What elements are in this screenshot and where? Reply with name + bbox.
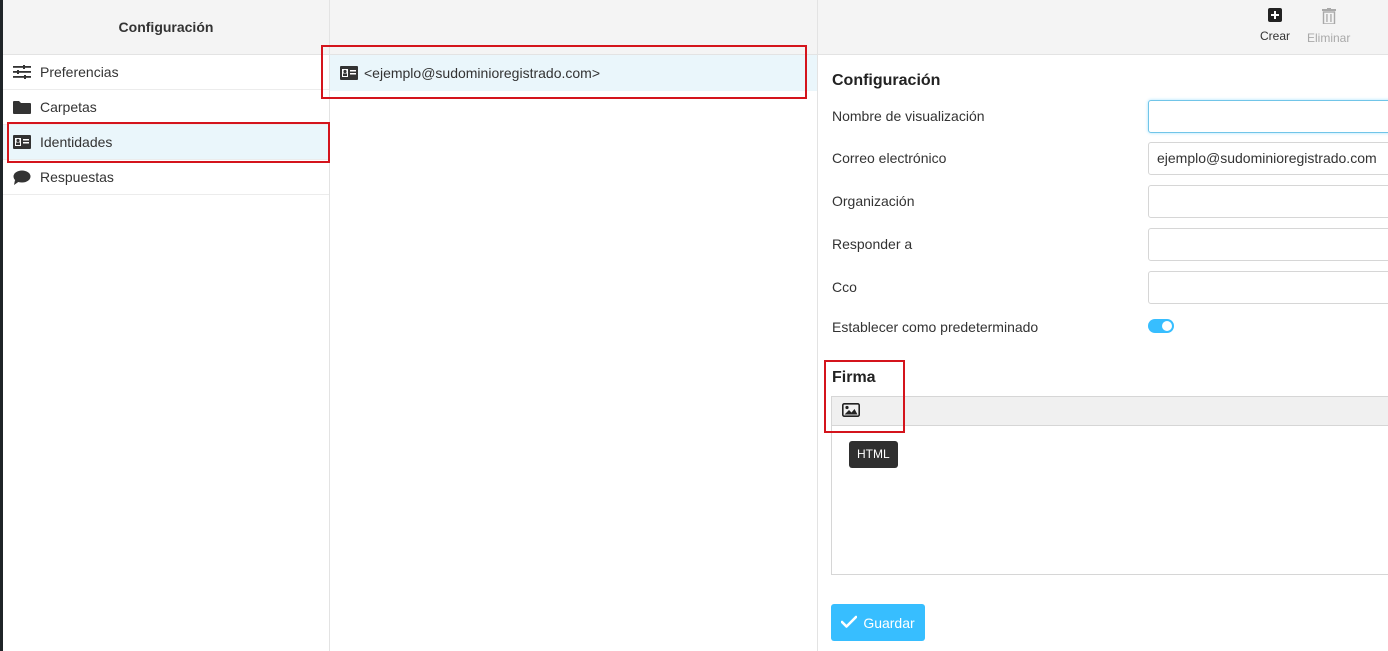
reply-to-row: Responder a — [832, 227, 1388, 261]
save-label: Guardar — [863, 614, 915, 631]
default-toggle[interactable] — [1148, 319, 1174, 333]
identities-header — [330, 0, 817, 55]
email-label: Correo electrónico — [832, 150, 947, 166]
organization-row: Organización — [832, 184, 1388, 218]
image-icon — [842, 402, 860, 420]
id-card-icon — [13, 134, 31, 150]
html-tooltip: HTML — [849, 441, 898, 468]
sidebar-item-identidades[interactable]: Identidades — [3, 125, 329, 160]
delete-label: Eliminar — [1307, 31, 1351, 45]
identity-label: <ejemplo@sudominioregistrado.com> — [364, 65, 600, 81]
sidebar-item-preferencias[interactable]: Preferencias — [3, 55, 329, 90]
email-row: Correo electrónico — [832, 141, 1388, 175]
sliders-icon — [13, 64, 31, 80]
default-row: Establecer como predeterminado — [832, 310, 1388, 344]
id-card-icon — [340, 66, 358, 80]
signature-editor[interactable]: HTML — [831, 396, 1388, 575]
organization-label: Organización — [832, 193, 915, 209]
folder-icon — [13, 99, 31, 115]
plus-square-icon — [1268, 8, 1282, 25]
bcc-input[interactable] — [1148, 270, 1388, 304]
display-name-row: Nombre de visualización — [832, 99, 1388, 133]
identities-list: <ejemplo@sudominioregistrado.com> — [330, 0, 818, 651]
toggle-knob — [1162, 321, 1172, 331]
default-label: Establecer como predeterminado — [832, 319, 1039, 335]
sidebar-item-carpetas[interactable]: Carpetas — [3, 90, 329, 125]
reply-to-input[interactable] — [1148, 227, 1388, 261]
trash-icon — [1321, 8, 1336, 27]
display-name-label: Nombre de visualización — [832, 108, 985, 124]
sidebar-title: Configuración — [118, 19, 214, 35]
settings-sidebar: Configuración Preferencias Carpetas Iden… — [3, 0, 330, 651]
bcc-label: Cco — [832, 279, 857, 295]
identity-form-panel: Crear Eliminar Configuración Nombre de v… — [818, 0, 1388, 651]
create-button[interactable]: Crear — [1260, 8, 1290, 43]
email-input[interactable] — [1148, 141, 1388, 175]
sidebar-item-label: Identidades — [40, 134, 113, 150]
html-mode-button[interactable] — [840, 402, 862, 420]
reply-to-label: Responder a — [832, 236, 913, 252]
toolbar: Crear Eliminar — [818, 0, 1388, 55]
check-icon — [841, 615, 858, 631]
display-name-input[interactable] — [1148, 99, 1388, 133]
delete-button[interactable]: Eliminar — [1307, 8, 1350, 45]
sidebar-item-respuestas[interactable]: Respuestas — [3, 160, 329, 195]
signature-title: Firma — [832, 369, 876, 386]
bcc-row: Cco — [832, 270, 1388, 304]
save-button[interactable]: Guardar — [831, 604, 925, 641]
sidebar-header: Configuración — [3, 0, 329, 55]
identity-row[interactable]: <ejemplo@sudominioregistrado.com> — [330, 55, 817, 91]
sidebar-item-label: Carpetas — [40, 99, 97, 115]
sidebar-item-label: Preferencias — [40, 64, 119, 80]
editor-toolbar — [832, 397, 1388, 426]
organization-input[interactable] — [1148, 184, 1388, 218]
comment-icon — [13, 169, 31, 185]
sidebar-item-label: Respuestas — [40, 169, 114, 185]
create-label: Crear — [1260, 29, 1291, 43]
form-section-title: Configuración — [832, 72, 941, 89]
